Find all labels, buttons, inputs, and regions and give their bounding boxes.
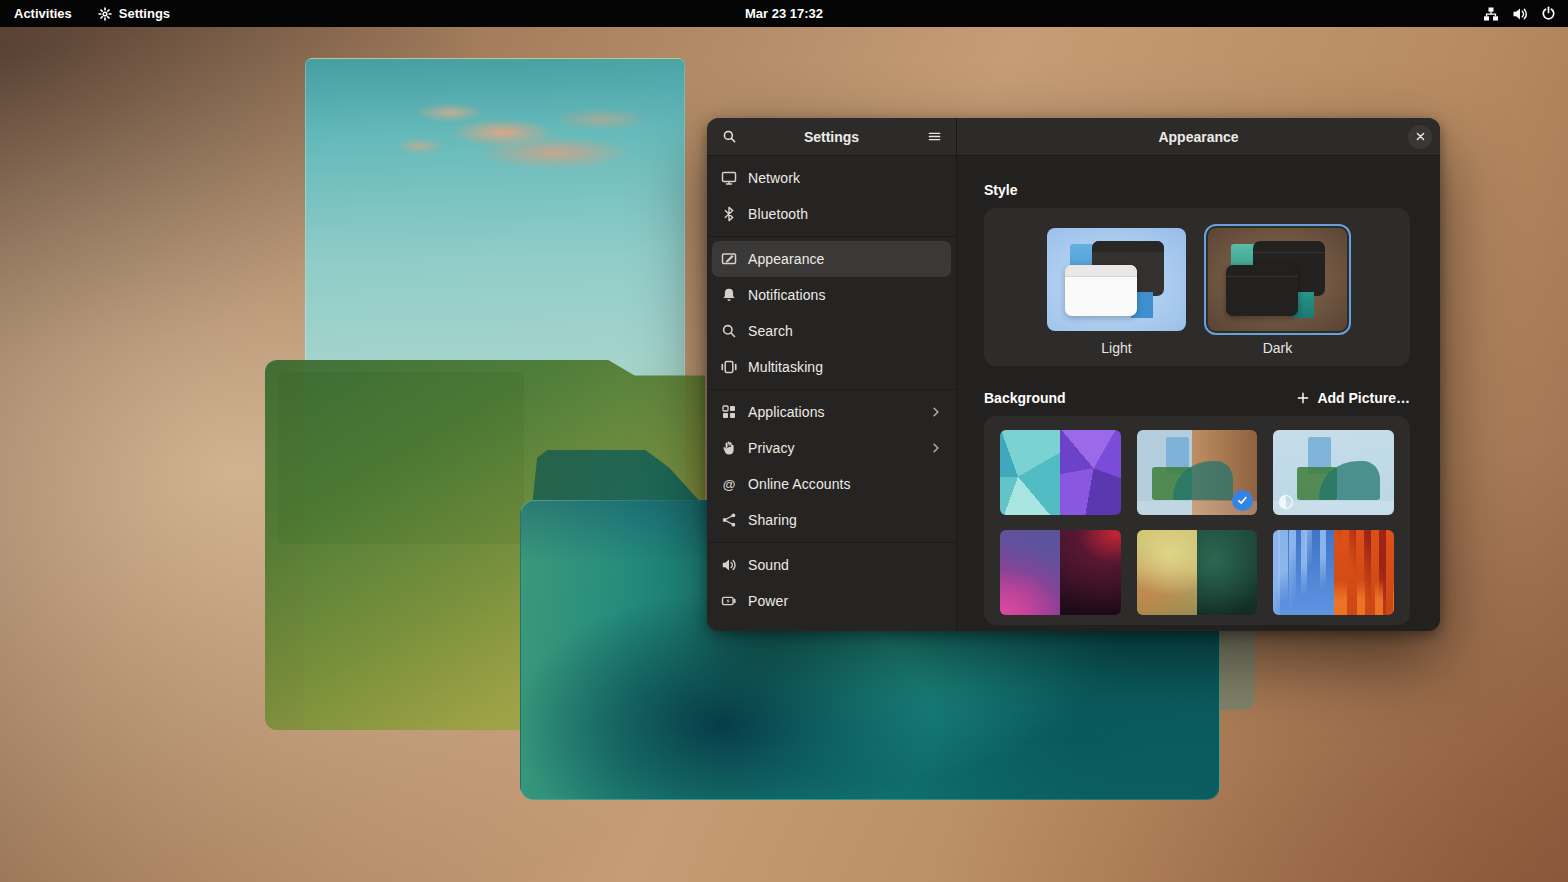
bell-icon [721,287,737,303]
window-title: Settings [804,129,859,145]
sidebar-item-power[interactable]: Power [712,583,951,619]
search-button[interactable] [716,124,742,150]
style-card: Light Dark [984,208,1410,366]
bluetooth-icon [721,206,737,222]
clock[interactable]: Mar 23 17:32 [0,6,1568,21]
main-menu-button[interactable] [921,124,947,150]
dark-variant-badge [1279,495,1293,509]
speaker-icon [721,557,737,573]
sidebar-separator [707,236,956,237]
multitasking-icon [721,359,737,375]
wallpaper-thumbnail-6[interactable] [1273,530,1394,615]
sidebar-item-privacy[interactable]: Privacy [712,430,951,466]
plus-icon [1296,391,1310,405]
add-picture-label: Add Picture… [1317,390,1410,406]
search-icon [721,323,737,339]
sidebar-separator [707,389,956,390]
sidebar-header: Settings [707,118,957,155]
at-icon: @ [721,476,737,492]
background-heading: Background [984,390,1066,406]
sidebar-item-multitasking[interactable]: Multitasking [712,349,951,385]
sidebar-item-sound[interactable]: Sound [712,547,951,583]
panel-title: Appearance [1158,129,1238,145]
settings-sidebar: Network Bluetooth Appearance Notificatio… [707,156,957,631]
sidebar-item-search[interactable]: Search [712,313,951,349]
appearance-panel: Style Light [957,156,1440,631]
header-bar[interactable]: Settings Appearance [707,118,1440,156]
hand-icon [721,440,737,456]
sidebar-item-notifications[interactable]: Notifications [712,277,951,313]
light-label: Light [1101,340,1131,356]
light-style-preview[interactable] [1047,228,1186,331]
appearance-icon [721,251,737,267]
preview-front-window [1065,265,1137,316]
share-icon [721,512,737,528]
sidebar-item-bluetooth[interactable]: Bluetooth [712,196,951,232]
style-option-light[interactable]: Light [1047,228,1186,366]
chevron-right-icon [929,441,943,455]
sidebar-item-online-accounts[interactable]: @ Online Accounts [712,466,951,502]
background-grid [984,416,1410,625]
applications-icon [721,404,737,420]
dark-style-preview[interactable] [1208,228,1347,331]
sidebar-item-applications[interactable]: Applications [712,394,951,430]
sidebar-item-sharing[interactable]: Sharing [712,502,951,538]
wallpaper-thumbnail-2[interactable] [1137,430,1258,515]
battery-icon [721,593,737,609]
preview-front-window [1226,265,1298,316]
settings-window: Settings Appearance Network Bluetooth [707,118,1440,631]
style-heading: Style [984,182,1410,198]
sidebar-item-network[interactable]: Network [712,160,951,196]
wallpaper-thumbnail-5[interactable] [1137,530,1258,615]
sidebar-item-appearance[interactable]: Appearance [712,241,951,277]
sidebar-separator [707,542,956,543]
wallpaper-thumbnail-3[interactable] [1273,430,1394,515]
chevron-right-icon [929,405,943,419]
selected-check-badge [1232,490,1253,511]
top-bar: Activities Settings Mar 23 17:32 [0,0,1568,27]
dark-label: Dark [1263,340,1293,356]
wallpaper-thumbnail-1[interactable] [1000,430,1121,515]
add-picture-button[interactable]: Add Picture… [1296,390,1410,406]
style-option-dark[interactable]: Dark [1208,228,1347,366]
panel-header: Appearance [957,118,1440,155]
wallpaper-thumbnail-4[interactable] [1000,530,1121,615]
close-button[interactable] [1408,125,1432,149]
network-icon [721,170,737,186]
